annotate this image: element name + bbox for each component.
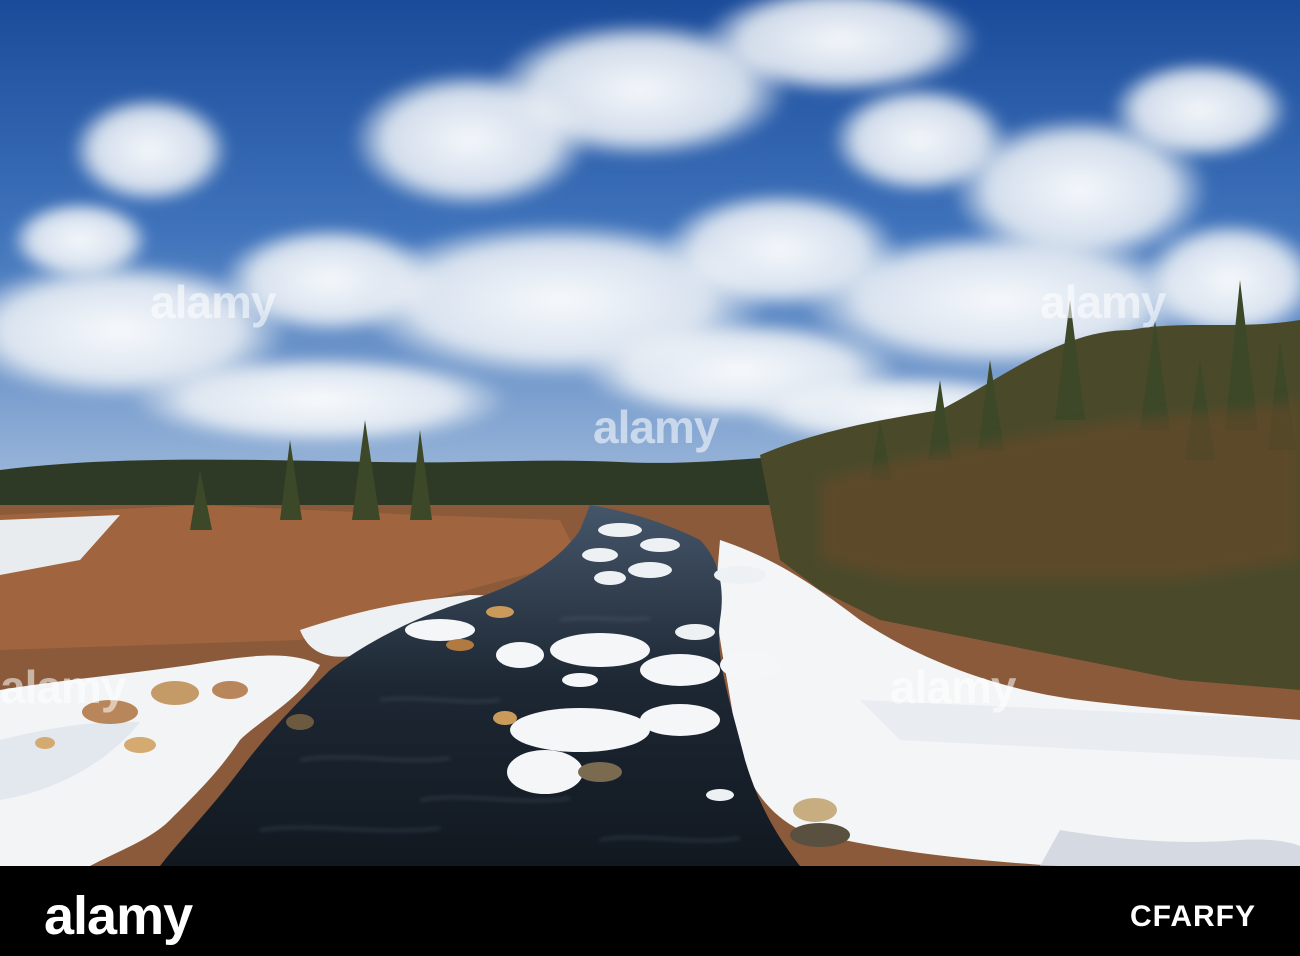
watermark-strip — [0, 866, 1300, 956]
watermark-text: alamy — [890, 661, 1016, 713]
watermark-text: alamy — [0, 661, 126, 713]
watermark-text: alamy — [1040, 276, 1166, 328]
image-code: CFARFY — [1130, 900, 1256, 933]
stock-photo-frame: alamy alamy alamy alamy alamy alamy CFAR… — [0, 0, 1300, 956]
alamy-logo: alamy — [44, 886, 193, 946]
watermark-text: alamy — [593, 401, 719, 453]
watermark-text: alamy — [150, 276, 276, 328]
